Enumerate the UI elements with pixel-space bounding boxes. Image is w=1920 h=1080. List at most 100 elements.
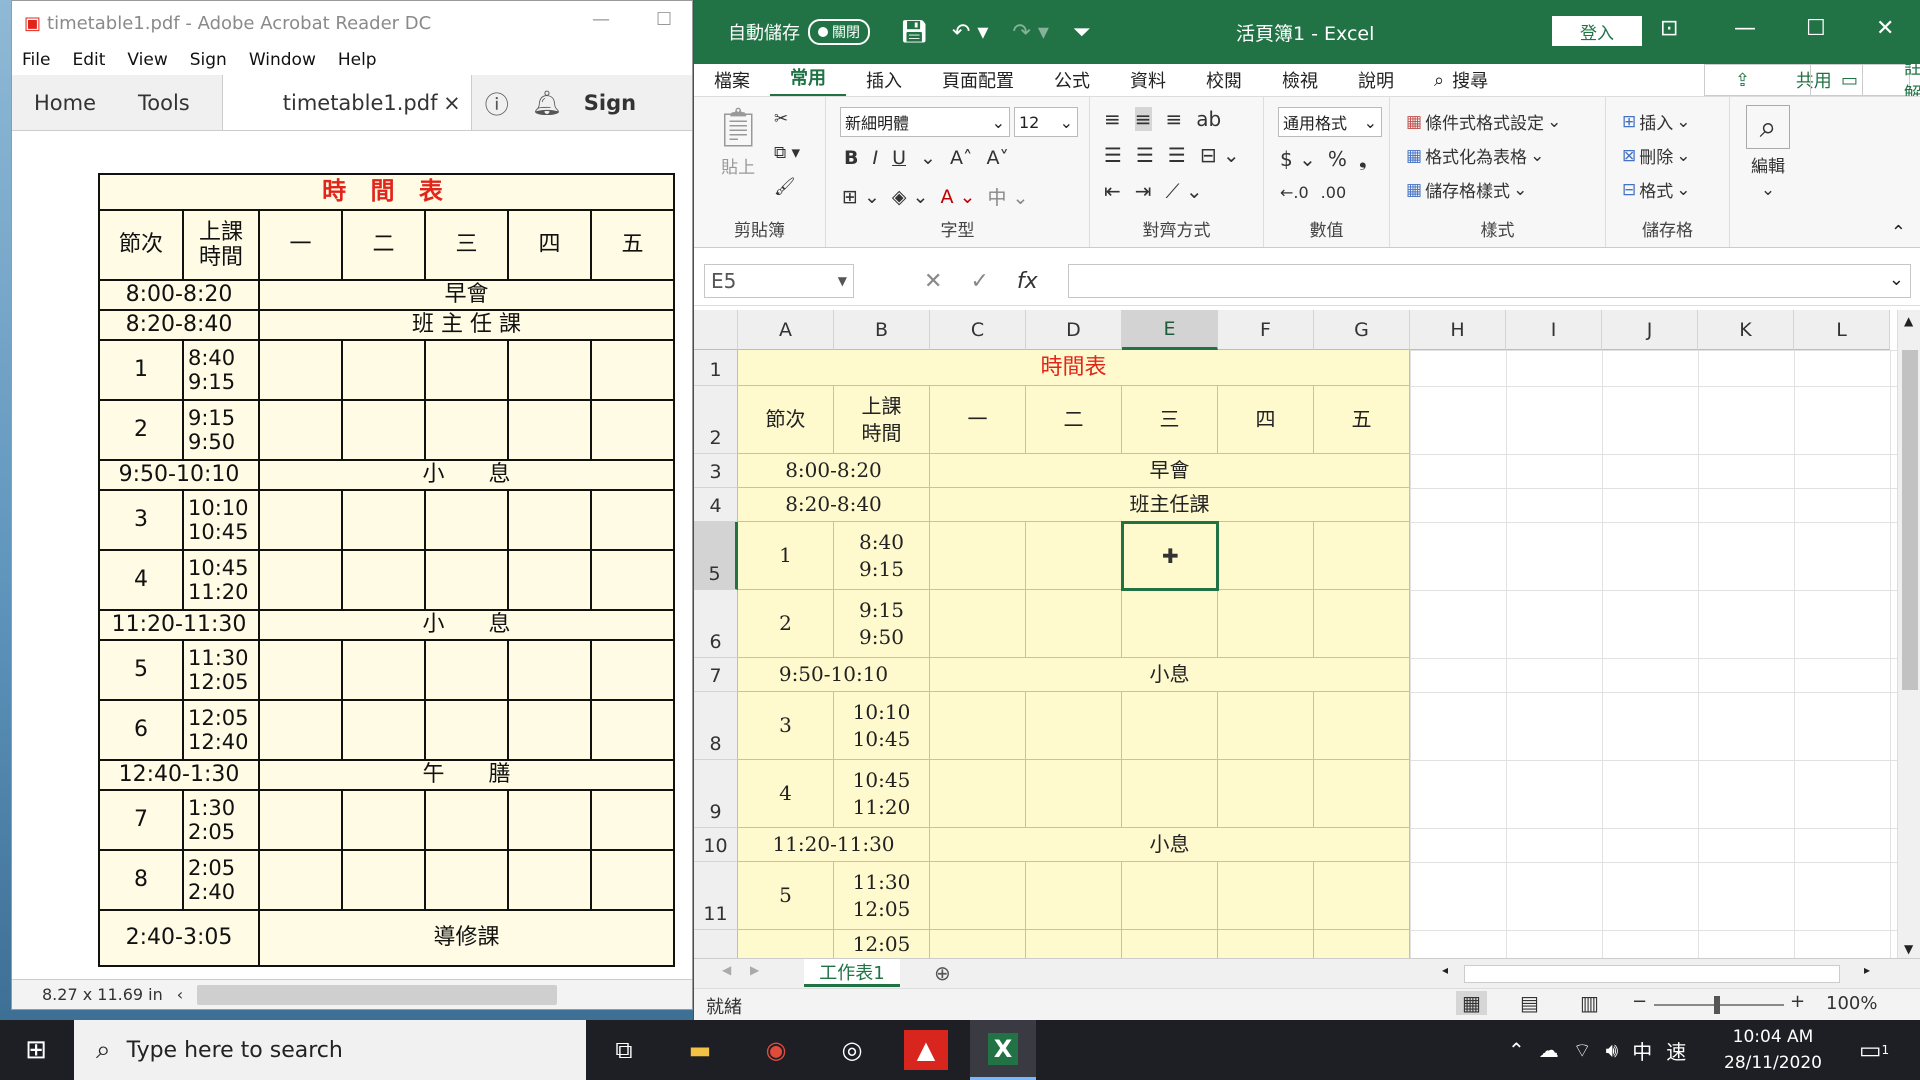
- volume-icon[interactable]: 🔊︎: [1606, 1038, 1619, 1062]
- align-left-icon[interactable]: ☰: [1104, 143, 1122, 167]
- header-day-cell[interactable]: 一: [930, 386, 1026, 454]
- empty-cell[interactable]: [1122, 862, 1218, 930]
- increase-decimal-icon[interactable]: ←.0: [1280, 183, 1309, 202]
- search-box[interactable]: 搜尋: [1448, 67, 1508, 93]
- hscroll-right-icon[interactable]: ▸: [1864, 963, 1870, 977]
- empty-cell[interactable]: [1218, 760, 1314, 828]
- chrome-icon[interactable]: ◉: [756, 1030, 796, 1070]
- task-view-icon[interactable]: ⧉: [604, 1030, 644, 1070]
- empty-cell[interactable]: [1026, 930, 1122, 960]
- acrobat-icon[interactable]: ▲: [904, 1030, 948, 1070]
- insert-function-icon[interactable]: fx: [1017, 269, 1038, 294]
- conditional-format-button[interactable]: ▦ 條件式格式設定 ⌄: [1406, 109, 1561, 135]
- ime-input-method[interactable]: 速: [1666, 1036, 1686, 1065]
- empty-cell[interactable]: [1122, 590, 1218, 658]
- format-as-table-button[interactable]: ▦ 格式化為表格 ⌄: [1406, 143, 1544, 169]
- empty-cell[interactable]: [930, 522, 1026, 590]
- minimize-icon[interactable]: —: [592, 9, 610, 30]
- cut-icon[interactable]: ✂: [774, 109, 788, 129]
- empty-cell[interactable]: [1218, 590, 1314, 658]
- tab-page-layout[interactable]: 頁面配置: [922, 67, 1034, 93]
- onedrive-icon[interactable]: ☁: [1539, 1038, 1559, 1062]
- sign-in-button[interactable]: Sign: [572, 75, 648, 130]
- copy-icon[interactable]: ⧉ ▾: [774, 143, 800, 163]
- time-range-cell[interactable]: 11:20-11:30: [738, 828, 930, 862]
- decrease-indent-icon[interactable]: ⇤: [1104, 179, 1121, 203]
- align-right-icon[interactable]: ☰: [1168, 143, 1186, 167]
- period-cell[interactable]: [738, 930, 834, 960]
- column-header-g[interactable]: G: [1314, 310, 1410, 350]
- empty-cell[interactable]: [1314, 760, 1410, 828]
- empty-cell[interactable]: [1026, 760, 1122, 828]
- customize-toolbar-icon[interactable]: ⏷: [1073, 20, 1091, 45]
- name-box[interactable]: E5 ▼: [704, 264, 854, 298]
- chevron-down-icon[interactable]: ⌄: [920, 147, 936, 169]
- comments-button[interactable]: ▭ 註解: [1810, 58, 1920, 105]
- horizontal-scrollbar[interactable]: [197, 984, 558, 1005]
- sign-in-button[interactable]: 登入: [1552, 16, 1642, 46]
- period-time-cell[interactable]: 9:15 9:50: [834, 590, 930, 658]
- percent-icon[interactable]: %: [1328, 147, 1347, 171]
- wrap-text-icon[interactable]: ab: [1196, 107, 1221, 131]
- tab-home[interactable]: Home: [12, 75, 108, 130]
- column-header-b[interactable]: B: [834, 310, 930, 350]
- decrease-decimal-icon[interactable]: .00: [1321, 183, 1346, 202]
- formula-input[interactable]: ⌄: [1068, 264, 1911, 298]
- next-sheet-icon[interactable]: ▶: [750, 963, 759, 977]
- obs-icon[interactable]: ◎: [832, 1030, 872, 1070]
- empty-cell[interactable]: [1218, 930, 1314, 960]
- column-header-k[interactable]: K: [1698, 310, 1794, 350]
- menu-edit[interactable]: Edit: [72, 50, 105, 70]
- undo-icon[interactable]: ↶ ▾: [952, 20, 988, 45]
- font-name-select[interactable]: 新細明體 ⌄: [840, 107, 1010, 137]
- tab-help[interactable]: 說明: [1338, 67, 1414, 93]
- page-layout-view-icon[interactable]: ▤: [1520, 991, 1539, 1015]
- search-icon[interactable]: ⌕: [1414, 70, 1448, 91]
- page-break-view-icon[interactable]: ▥: [1580, 991, 1599, 1015]
- close-icon[interactable]: ×: [443, 91, 461, 115]
- menu-file[interactable]: File: [22, 50, 50, 70]
- header-day-cell[interactable]: 三: [1122, 386, 1218, 454]
- time-range-cell[interactable]: 8:20-8:40: [738, 488, 930, 522]
- row-header-9[interactable]: 9: [694, 760, 738, 828]
- row-header-10[interactable]: 10: [694, 828, 738, 862]
- row-header-4[interactable]: 4: [694, 488, 738, 522]
- header-day-cell[interactable]: 四: [1218, 386, 1314, 454]
- activity-cell[interactable]: 早會: [930, 454, 1410, 488]
- number-format-select[interactable]: 通用格式 ⌄: [1278, 107, 1382, 137]
- empty-cell[interactable]: [1314, 522, 1410, 590]
- tab-insert[interactable]: 插入: [846, 67, 922, 93]
- empty-cell[interactable]: [1218, 692, 1314, 760]
- autosave-toggle[interactable]: 關閉: [808, 19, 870, 45]
- underline-icon[interactable]: U: [892, 147, 906, 169]
- tab-home[interactable]: 常用: [770, 64, 846, 97]
- zoom-in-icon[interactable]: +: [1790, 991, 1805, 1012]
- vertical-scrollbar[interactable]: ▲ ▼: [1897, 310, 1920, 960]
- font-size-select[interactable]: 12 ⌄: [1014, 107, 1078, 137]
- fill-color-icon[interactable]: ◈ ⌄: [892, 186, 929, 208]
- windows-start-icon[interactable]: ⊞: [16, 1030, 56, 1070]
- column-header-c[interactable]: C: [930, 310, 1026, 350]
- cell-styles-button[interactable]: ▦ 儲存格樣式 ⌄: [1406, 177, 1527, 203]
- orientation-icon[interactable]: ⟋ ⌄: [1166, 179, 1203, 203]
- autosave-control[interactable]: 自動儲存 關閉: [728, 19, 870, 45]
- phonetic-icon[interactable]: 中 ⌄: [987, 183, 1028, 210]
- empty-cell[interactable]: [1122, 760, 1218, 828]
- bell-icon[interactable]: 🔔︎: [522, 75, 572, 130]
- row-header-6[interactable]: 6: [694, 590, 738, 658]
- tab-tools[interactable]: Tools: [108, 75, 202, 130]
- row-header-3[interactable]: 3: [694, 454, 738, 488]
- empty-cell[interactable]: [1314, 930, 1410, 960]
- empty-cell[interactable]: [930, 862, 1026, 930]
- expand-formula-icon[interactable]: ⌄: [1889, 269, 1904, 290]
- column-header-e[interactable]: E: [1122, 310, 1218, 350]
- row-header-8[interactable]: 8: [694, 692, 738, 760]
- empty-cell[interactable]: [930, 930, 1026, 960]
- comma-icon[interactable]: ❟: [1359, 147, 1367, 171]
- sheet-title-cell[interactable]: 時間表: [738, 350, 1410, 386]
- period-time-cell[interactable]: 12:05: [834, 930, 930, 960]
- zoom-slider[interactable]: [1654, 996, 1784, 1014]
- tab-formulas[interactable]: 公式: [1034, 67, 1110, 93]
- empty-cell[interactable]: [1218, 522, 1314, 590]
- time-range-cell[interactable]: 8:00-8:20: [738, 454, 930, 488]
